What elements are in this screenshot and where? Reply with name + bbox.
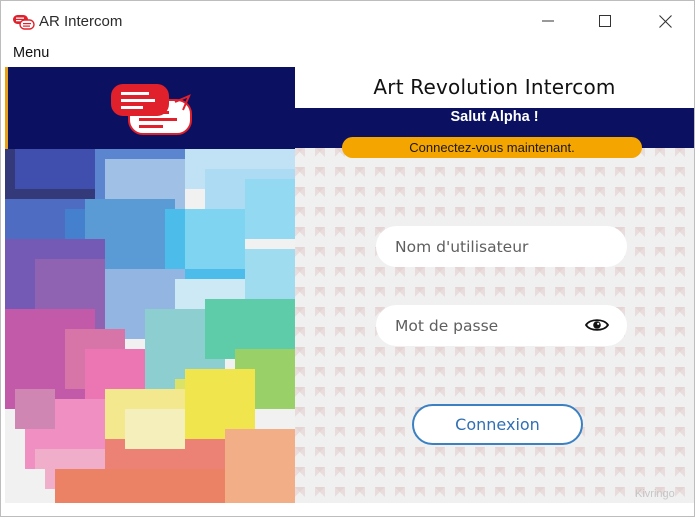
greeting-text: Salut Alpha ! [450, 109, 539, 125]
window-title: AR Intercom [39, 13, 123, 30]
eye-icon[interactable] [585, 317, 609, 333]
username-input[interactable] [376, 226, 627, 267]
menu-bar: Menu [1, 41, 694, 67]
login-panel: Art Revolution Intercom Salut Alpha ! Co… [295, 67, 694, 503]
connect-notice-badge: Connectez-vous maintenant. [342, 137, 642, 158]
minimize-button[interactable] [525, 1, 571, 41]
color-mosaic-artwork [5, 149, 295, 503]
watermark-text: Kivringo [635, 488, 675, 500]
window-bottom-edge [1, 503, 694, 516]
menu-item[interactable]: Menu [13, 45, 49, 61]
chat-bubbles-icon [13, 15, 35, 30]
logo-banner [5, 67, 295, 149]
title-header: Art Revolution Intercom [295, 67, 694, 108]
minimize-icon [542, 20, 554, 22]
close-icon [658, 14, 672, 28]
close-button[interactable] [642, 1, 688, 41]
app-window: AR Intercom Menu Art Revolution Intercom… [0, 0, 695, 517]
maximize-icon [599, 15, 611, 27]
left-art-panel [5, 67, 295, 503]
chat-bubbles-logo-icon [111, 84, 192, 135]
app-title: Art Revolution Intercom [373, 75, 616, 99]
password-field[interactable] [376, 305, 627, 346]
title-bar: AR Intercom [1, 1, 694, 41]
login-button[interactable]: Connexion [412, 404, 583, 445]
username-field[interactable] [376, 226, 627, 267]
accent-strip [5, 67, 8, 149]
maximize-button[interactable] [582, 1, 628, 41]
